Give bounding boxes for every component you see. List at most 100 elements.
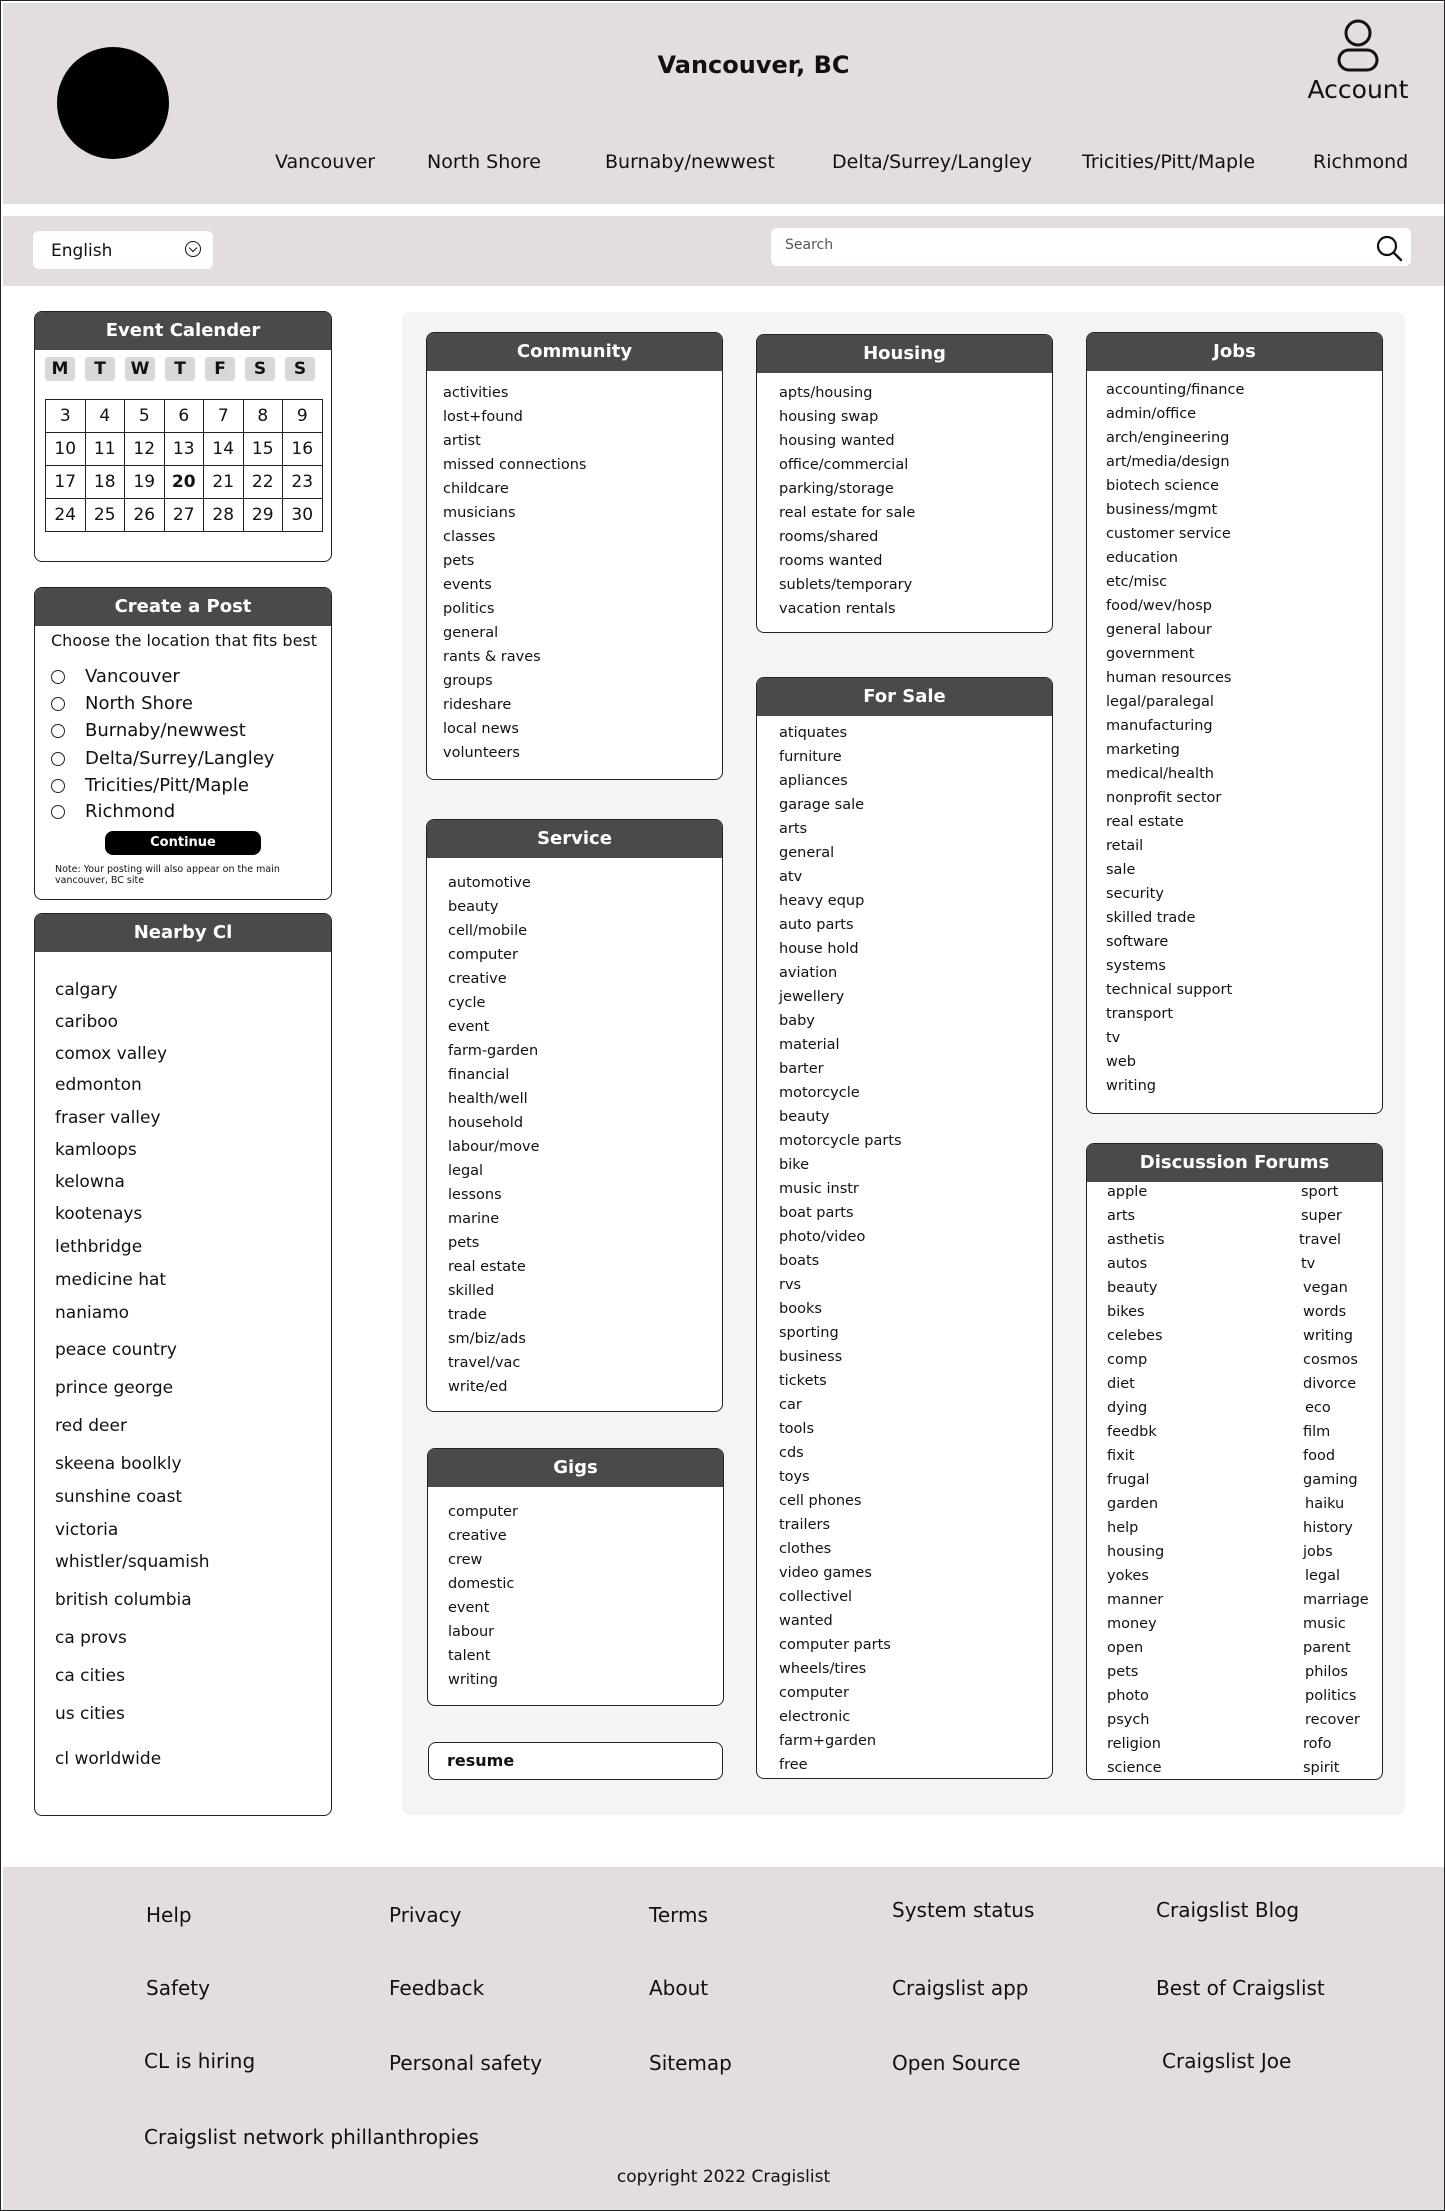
forum-link[interactable]: money — [1107, 1616, 1157, 1632]
calendar-date[interactable]: 17 — [45, 465, 86, 499]
nearby-link[interactable]: edmonton — [55, 1075, 142, 1095]
calendar-date[interactable]: 24 — [45, 498, 86, 532]
category-link[interactable]: biotech science — [1106, 478, 1219, 494]
category-link[interactable]: groups — [443, 673, 493, 689]
forum-link[interactable]: religion — [1107, 1736, 1161, 1752]
nearby-link[interactable]: comox valley — [55, 1044, 167, 1064]
category-link[interactable]: talent — [448, 1648, 490, 1664]
category-link[interactable]: systems — [1106, 958, 1166, 974]
nearby-link[interactable]: kelowna — [55, 1172, 125, 1192]
category-link[interactable]: wheels/tires — [779, 1661, 866, 1677]
category-link[interactable]: motorcycle — [779, 1085, 860, 1101]
category-link[interactable]: security — [1106, 886, 1164, 902]
nearby-link[interactable]: kamloops — [55, 1140, 137, 1160]
category-link[interactable]: cell/mobile — [448, 923, 527, 939]
category-link[interactable]: rants & raves — [443, 649, 541, 665]
calendar-date[interactable]: 12 — [124, 432, 165, 466]
search-icon[interactable] — [1375, 234, 1403, 262]
nearby-link[interactable]: red deer — [55, 1416, 127, 1436]
category-link[interactable]: write/ed — [448, 1379, 507, 1395]
category-link[interactable]: pets — [443, 553, 474, 569]
category-link[interactable]: electronic — [779, 1709, 850, 1725]
category-link[interactable]: local news — [443, 721, 519, 737]
category-link[interactable]: heavy equp — [779, 893, 864, 909]
forum-link[interactable]: parent — [1303, 1640, 1351, 1656]
category-link[interactable]: creative — [448, 971, 507, 987]
category-link[interactable]: rvs — [779, 1277, 801, 1293]
category-link[interactable]: lost+found — [443, 409, 523, 425]
calendar-date[interactable]: 27 — [163, 498, 204, 532]
forum-link[interactable]: super — [1301, 1208, 1342, 1224]
forum-link[interactable]: writing — [1303, 1328, 1353, 1344]
category-link[interactable]: technical support — [1106, 982, 1232, 998]
forum-link[interactable]: bikes — [1107, 1304, 1145, 1320]
category-link[interactable]: books — [779, 1301, 822, 1317]
forum-link[interactable]: garden — [1107, 1496, 1158, 1512]
nearby-link[interactable]: medicine hat — [55, 1270, 166, 1290]
nearby-link[interactable]: ca cities — [55, 1666, 125, 1686]
category-link[interactable]: travel/vac — [448, 1355, 520, 1371]
forum-link[interactable]: food — [1303, 1448, 1335, 1464]
category-link[interactable]: labour/move — [448, 1139, 540, 1155]
category-link[interactable]: government — [1106, 646, 1194, 662]
category-link[interactable]: free — [779, 1757, 808, 1773]
category-link[interactable]: lessons — [448, 1187, 502, 1203]
category-link[interactable]: farm+garden — [779, 1733, 876, 1749]
category-link[interactable]: domestic — [448, 1576, 514, 1592]
forum-link[interactable]: comp — [1107, 1352, 1147, 1368]
forum-link[interactable]: fixit — [1107, 1448, 1134, 1464]
category-link[interactable]: garage sale — [779, 797, 864, 813]
category-link[interactable]: jewellery — [779, 989, 844, 1005]
forum-link[interactable]: recover — [1305, 1712, 1360, 1728]
category-link[interactable]: clothes — [779, 1541, 831, 1557]
footer-link-open-source[interactable]: Open Source — [892, 2051, 1020, 2075]
search-input[interactable] — [785, 237, 1345, 253]
calendar-date[interactable]: 30 — [282, 498, 323, 532]
forum-link[interactable]: diet — [1107, 1376, 1135, 1392]
category-link[interactable]: tv — [1106, 1030, 1120, 1046]
category-link[interactable]: trade — [448, 1307, 487, 1323]
category-link[interactable]: education — [1106, 550, 1178, 566]
footer-link-craigslist-joe[interactable]: Craigslist Joe — [1162, 2049, 1291, 2073]
category-link[interactable]: general labour — [1106, 622, 1212, 638]
region-link-delta[interactable]: Delta/Surrey/Langley — [832, 151, 1032, 173]
category-link[interactable]: rooms wanted — [779, 553, 882, 569]
calendar-date[interactable]: 5 — [124, 399, 165, 433]
category-link[interactable]: vacation rentals — [779, 601, 896, 617]
category-link[interactable]: customer service — [1106, 526, 1231, 542]
category-link[interactable]: financial — [448, 1067, 509, 1083]
category-link[interactable]: real estate — [448, 1259, 526, 1275]
category-link[interactable]: beauty — [448, 899, 498, 915]
category-link[interactable]: software — [1106, 934, 1168, 950]
category-link[interactable]: auto parts — [779, 917, 854, 933]
category-link[interactable]: events — [443, 577, 492, 593]
calendar-date[interactable]: 4 — [84, 399, 125, 433]
region-link-richmond[interactable]: Richmond — [1313, 151, 1408, 173]
account-button[interactable]: Account — [1293, 17, 1423, 104]
category-link[interactable]: childcare — [443, 481, 509, 497]
post-location-option[interactable]: Richmond — [51, 801, 175, 822]
category-link[interactable]: car — [779, 1397, 802, 1413]
post-location-option[interactable]: North Shore — [51, 693, 193, 714]
category-link[interactable]: rooms/shared — [779, 529, 878, 545]
footer-link-privacy[interactable]: Privacy — [389, 1903, 461, 1927]
category-link[interactable]: tools — [779, 1421, 814, 1437]
category-link[interactable]: computer — [448, 1504, 518, 1520]
category-link[interactable]: atv — [779, 869, 802, 885]
forum-link[interactable]: housing — [1107, 1544, 1164, 1560]
category-link[interactable]: volunteers — [443, 745, 520, 761]
category-link[interactable]: sporting — [779, 1325, 839, 1341]
calendar-date[interactable]: 9 — [282, 399, 323, 433]
forum-link[interactable]: yokes — [1107, 1568, 1149, 1584]
category-link[interactable]: toys — [779, 1469, 810, 1485]
calendar-date[interactable]: 18 — [84, 465, 125, 499]
category-link[interactable]: general — [779, 845, 834, 861]
category-link[interactable]: cell phones — [779, 1493, 862, 1509]
forum-link[interactable]: pets — [1107, 1664, 1138, 1680]
forum-link[interactable]: rofo — [1303, 1736, 1332, 1752]
nearby-link[interactable]: victoria — [55, 1520, 118, 1540]
post-location-option[interactable]: Delta/Surrey/Langley — [51, 748, 274, 769]
category-link[interactable]: house hold — [779, 941, 859, 957]
category-link[interactable]: pets — [448, 1235, 479, 1251]
forum-link[interactable]: politics — [1305, 1688, 1356, 1704]
